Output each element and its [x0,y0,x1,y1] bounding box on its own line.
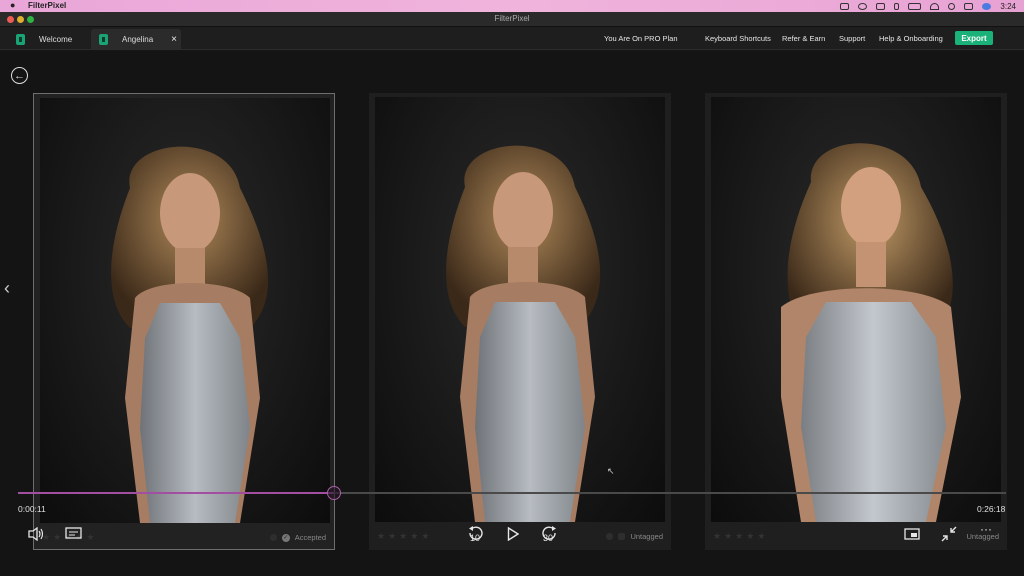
card-footer: ★ ★ ★ ★ ★ Untagged [369,526,671,548]
portrait-image [446,145,601,522]
card-footer: ★ ★ ★ ★ ★ Untagged [705,526,1007,548]
siri-icon[interactable] [982,2,992,10]
tag-status[interactable]: ✓ Accepted [269,533,326,542]
total-time: 0:26:18 [977,504,1006,514]
tab-label: Welcome [39,34,73,44]
captions-icon[interactable] [65,527,82,544]
accepted-check-icon: ✓ [281,533,290,542]
star-icon[interactable]: ★ [399,531,407,542]
mouse-cursor-icon: ↖ [607,466,615,476]
close-tab-icon[interactable]: × [171,34,177,45]
tag-status-label: Untagged [630,532,663,541]
tab-welcome[interactable]: Welcome [12,29,87,49]
keyboard-shortcuts-link[interactable]: Keyboard Shortcuts [705,34,771,43]
apple-icon[interactable]: ● [10,0,15,10]
photo-thumbnail[interactable] [40,98,330,523]
color-label-icon[interactable] [606,533,614,540]
tag-status[interactable]: Untagged [606,532,663,541]
photo-thumbnail[interactable] [711,97,1001,522]
app-toolbar: Welcome Angelina × [0,27,1024,50]
control-center-icon[interactable] [964,2,974,10]
star-icon[interactable]: ★ [724,531,732,542]
tag-status-label: Accepted [294,533,326,542]
portrait-image [111,146,269,523]
menubar-app-name[interactable]: FilterPixel [28,1,66,10]
menubar-clock[interactable]: 3:24 [1000,2,1016,11]
flag-icon[interactable] [618,533,626,540]
rewind-seconds-label: 10 [470,533,481,543]
star-icon[interactable]: ★ [53,532,61,543]
pip-icon[interactable] [904,528,920,543]
play-icon[interactable] [507,526,520,544]
window-icon[interactable] [876,2,886,10]
star-icon[interactable]: ★ [735,531,743,542]
battery-icon[interactable] [908,2,922,10]
system-menubar: ● FilterPixel 3:24 [0,0,1024,12]
star-rating[interactable]: ★ ★ ★ ★ ★ [377,531,429,542]
photo-thumbnail[interactable] [375,97,665,522]
color-label-icon[interactable] [269,534,277,541]
photo-card-1[interactable]: ★ ★ ★ ★ ★ ✓ Accepted [33,93,335,550]
chevron-left-icon[interactable]: ‹ [4,278,10,299]
star-icon[interactable]: ★ [410,531,418,542]
star-rating[interactable]: ★ ★ ★ ★ ★ [713,531,765,542]
tab-angelina[interactable]: Angelina × [91,29,181,49]
export-button[interactable]: Export [955,31,993,45]
star-icon[interactable]: ★ [86,532,94,543]
record-icon[interactable] [858,2,868,10]
star-icon[interactable]: ★ [746,531,754,542]
filterpixel-logo-icon [99,33,108,45]
timeline-progress [18,492,335,494]
star-icon[interactable]: ★ [388,531,396,542]
star-icon[interactable]: ★ [757,531,765,542]
tab-label: Angelina [122,34,154,44]
refer-earn-link[interactable]: Refer & Earn [782,34,825,43]
back-arrow-icon[interactable]: ← [11,67,28,84]
portrait-image [781,143,961,522]
filterpixel-logo-icon [16,33,25,45]
star-icon[interactable]: ★ [377,531,385,542]
help-onboarding-link[interactable]: Help & Onboarding [879,34,943,43]
support-link[interactable]: Support [839,34,865,43]
screen-icon[interactable] [840,2,850,10]
photo-card-3[interactable]: ★ ★ ★ ★ ★ Untagged [705,93,1007,550]
photo-card-2[interactable]: ★ ★ ★ ★ ★ Untagged [369,93,671,550]
more-icon[interactable]: ··· [980,522,992,536]
bluetooth-icon[interactable] [894,2,900,10]
menubar-status-icons: 3:24 [840,0,1016,12]
window-title: FilterPixel [494,14,530,23]
forward-seconds-label: 30 [543,533,554,543]
volume-icon[interactable] [28,526,46,544]
current-time: 0:00:11 [18,504,46,514]
star-icon[interactable]: ★ [713,531,721,542]
wifi-icon[interactable] [930,2,940,10]
window-titlebar: FilterPixel [0,12,1024,27]
pro-plan-link[interactable]: You Are On PRO Plan [604,34,678,43]
star-icon[interactable]: ★ [421,531,429,542]
collapse-icon[interactable] [941,526,957,545]
spotlight-search-icon[interactable] [948,2,956,10]
